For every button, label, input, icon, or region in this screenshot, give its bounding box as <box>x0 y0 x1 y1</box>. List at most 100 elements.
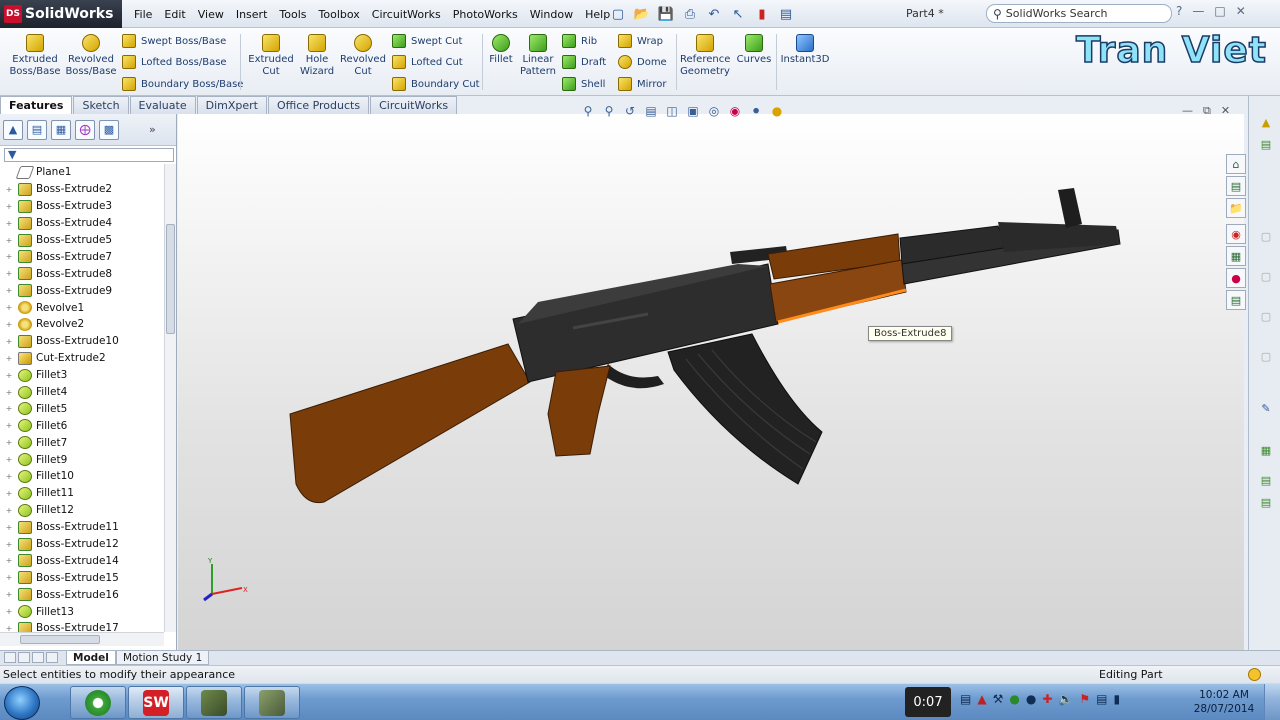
tree-item[interactable]: + Revolve1 <box>0 299 164 316</box>
tab-sketch[interactable]: Sketch <box>73 96 129 114</box>
tab-model[interactable]: Model <box>66 651 116 665</box>
tree-item[interactable]: + Boss-Extrude4 <box>0 215 164 232</box>
menu-tools[interactable]: Tools <box>273 8 312 21</box>
revolved-boss-button[interactable]: Revolved Boss/Base <box>64 34 118 78</box>
expand-icon[interactable]: + <box>4 489 14 498</box>
tree-item[interactable]: Plane1 <box>0 164 164 181</box>
swept-boss-button[interactable]: Swept Boss/Base <box>122 34 226 48</box>
tree-item[interactable]: + Fillet12 <box>0 502 164 519</box>
display-manager-icon[interactable]: ▩ <box>99 119 119 140</box>
expand-icon[interactable]: + <box>4 286 14 295</box>
expand-icon[interactable]: + <box>4 236 14 245</box>
tree-item[interactable]: + Boss-Extrude17 <box>0 620 164 632</box>
rib-button[interactable]: Rib <box>562 34 597 48</box>
model-magazine[interactable] <box>667 333 823 485</box>
expand-icon[interactable]: + <box>4 371 14 380</box>
taskbar-app-edrawings[interactable] <box>186 686 242 719</box>
tree-item[interactable]: + Fillet10 <box>0 468 164 485</box>
feature-tree-icon[interactable]: ▲ <box>3 119 23 140</box>
print-icon[interactable]: ⎙ <box>680 4 700 24</box>
menu-photoworks[interactable]: PhotoWorks <box>447 8 524 21</box>
expand-icon[interactable]: + <box>4 624 14 632</box>
restore-icon[interactable]: □ <box>1214 4 1225 18</box>
tree-item[interactable]: + Boss-Extrude11 <box>0 519 164 536</box>
tree-item[interactable]: + Fillet3 <box>0 367 164 384</box>
tab-features[interactable]: Features <box>0 96 73 114</box>
property-manager-icon[interactable]: ▤ <box>27 119 47 140</box>
expand-icon[interactable]: + <box>4 320 14 329</box>
move-icon[interactable]: ▦ <box>1257 442 1275 458</box>
expand-icon[interactable]: + <box>4 388 14 397</box>
tray-window-icon[interactable]: ▤ <box>960 692 971 706</box>
linear-pattern-button[interactable]: Linear Pattern <box>518 34 558 78</box>
tab-motion-study[interactable]: Motion Study 1 <box>116 651 210 665</box>
configuration-manager-icon[interactable]: ▦ <box>51 119 71 140</box>
nav-last-icon[interactable] <box>46 652 58 663</box>
expand-icon[interactable]: + <box>4 472 14 481</box>
close-icon[interactable]: ✕ <box>1236 4 1246 18</box>
expand-icon[interactable]: + <box>4 438 14 447</box>
help-icon[interactable]: ? <box>1176 4 1182 18</box>
model-stock[interactable] <box>289 343 531 504</box>
expand-panel-icon[interactable]: » <box>149 123 156 136</box>
tree-item[interactable]: + Fillet11 <box>0 485 164 502</box>
shape-icon[interactable]: ▢ <box>1257 268 1275 284</box>
tree-item[interactable]: + Boss-Extrude10 <box>0 333 164 350</box>
tree-item[interactable]: + Boss-Extrude16 <box>0 586 164 603</box>
expand-icon[interactable]: + <box>4 506 14 515</box>
tree-item[interactable]: + Cut-Extrude2 <box>0 350 164 367</box>
expand-icon[interactable]: + <box>4 354 14 363</box>
revolved-cut-button[interactable]: Revolved Cut <box>338 34 388 78</box>
expand-icon[interactable]: + <box>4 421 14 430</box>
menu-edit[interactable]: Edit <box>158 8 191 21</box>
tab-circuitworks[interactable]: CircuitWorks <box>370 96 458 114</box>
folder-icon[interactable]: 📁 <box>1226 198 1246 218</box>
dome-button[interactable]: Dome <box>618 55 667 69</box>
extruded-cut-button[interactable]: Extruded Cut <box>246 34 296 78</box>
tray-signal-icon[interactable]: ▮ <box>1113 692 1120 706</box>
tree-item[interactable]: + Fillet9 <box>0 451 164 468</box>
expand-icon[interactable]: + <box>4 607 14 616</box>
tree-item[interactable]: + Revolve2 <box>0 316 164 333</box>
app-logo[interactable]: DS SolidWorks <box>0 0 122 28</box>
tree-item[interactable]: + Boss-Extrude7 <box>0 248 164 265</box>
lofted-boss-button[interactable]: Lofted Boss/Base <box>122 55 227 69</box>
design-library-icon[interactable]: ▤ <box>1257 136 1275 152</box>
search-input[interactable]: ⚲ SolidWorks Search <box>986 4 1172 23</box>
expand-icon[interactable]: + <box>4 219 14 228</box>
instant3d-button[interactable]: Instant3D <box>780 34 830 66</box>
scrollbar-thumb[interactable] <box>166 224 175 334</box>
tree-item[interactable]: + Boss-Extrude12 <box>0 536 164 553</box>
taskbar-app-chrome[interactable] <box>70 686 126 719</box>
expand-icon[interactable]: + <box>4 590 14 599</box>
tree-item[interactable]: + Fillet7 <box>0 434 164 451</box>
tab-dimxpert[interactable]: DimXpert <box>196 96 267 114</box>
tree-item[interactable]: + Boss-Extrude5 <box>0 232 164 249</box>
rifle-model[interactable] <box>178 114 1244 650</box>
appearance-icon[interactable]: ◉ <box>1226 224 1246 244</box>
tray-volume-icon[interactable]: 🔈 <box>1058 692 1073 706</box>
tray-network-icon[interactable]: ● <box>1026 692 1036 706</box>
shape-icon[interactable]: ▢ <box>1257 308 1275 324</box>
tray-cross-icon[interactable]: ✚ <box>1042 692 1052 706</box>
custom-properties-icon[interactable]: ▤ <box>1226 290 1246 310</box>
reference-geometry-button[interactable]: Reference Geometry <box>680 34 730 78</box>
tree-item[interactable]: + Boss-Extrude15 <box>0 569 164 586</box>
tree-item[interactable]: + Fillet5 <box>0 400 164 417</box>
expand-icon[interactable]: + <box>4 252 14 261</box>
tree-item[interactable]: + Fillet4 <box>0 384 164 401</box>
expand-icon[interactable]: + <box>4 185 14 194</box>
system-clock[interactable]: 10:02 AM 28/07/2014 <box>1188 688 1260 716</box>
draft-button[interactable]: Draft <box>562 55 606 69</box>
boundary-boss-button[interactable]: Boundary Boss/Base <box>122 77 243 91</box>
tree-item[interactable]: + Boss-Extrude9 <box>0 282 164 299</box>
tree-item[interactable]: + Boss-Extrude14 <box>0 552 164 569</box>
menu-circuitworks[interactable]: CircuitWorks <box>366 8 447 21</box>
shape-icon[interactable]: ▢ <box>1257 348 1275 364</box>
dimxpert-manager-icon[interactable]: ⨁ <box>75 119 95 140</box>
mirror-button[interactable]: Mirror <box>618 77 666 91</box>
new-document-icon[interactable]: ▢ <box>608 4 628 24</box>
view-palette-icon[interactable]: ▦ <box>1226 246 1246 266</box>
tree-item[interactable]: + Boss-Extrude3 <box>0 198 164 215</box>
nav-prev-icon[interactable] <box>18 652 30 663</box>
